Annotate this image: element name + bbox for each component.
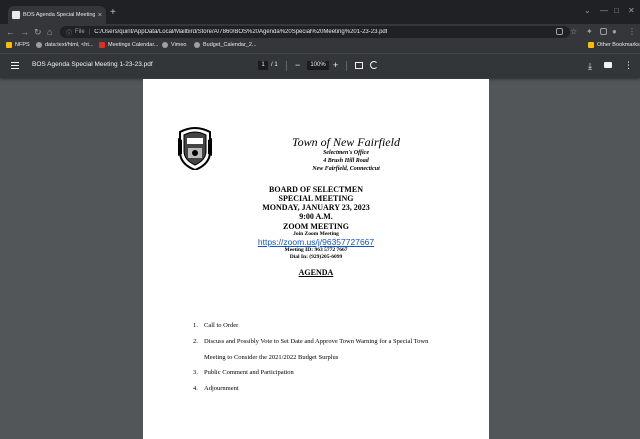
folder-icon <box>6 42 12 48</box>
toolbar-divider <box>346 61 347 71</box>
reload-icon[interactable]: ↻ <box>34 26 42 38</box>
page-total: / 1 <box>271 62 278 68</box>
forward-icon[interactable]: → <box>20 26 29 38</box>
rotate-icon[interactable] <box>370 61 378 69</box>
agenda-item: 1. Call to Order <box>193 322 238 329</box>
agenda-item-number: 4. <box>193 385 198 392</box>
meeting-type: SPECIAL MEETING <box>278 194 354 203</box>
bookmarks-bar: NFPS data:text/html, <ht... Meetings Cal… <box>0 40 640 54</box>
zoom-out-button[interactable]: − <box>295 60 300 70</box>
browser-toolbar: ← → ↻ ⌂ ⓘ File | C:/Users/quint/AppData/… <box>0 24 640 40</box>
office-name: Selectmen's Office <box>322 150 370 156</box>
globe-icon <box>36 42 42 48</box>
agenda-item-number: 3. <box>193 369 198 376</box>
dial-in: Dial In: (929)205-6099 <box>289 254 343 260</box>
town-name: Town of New Fairfield <box>292 135 400 149</box>
agenda-item-text: Discuss and Possibly Vote to Set Date an… <box>204 338 429 345</box>
share-icon[interactable] <box>556 28 563 35</box>
agenda-title: AGENDA <box>298 268 334 277</box>
meeting-date: MONDAY, JANUARY 23, 2023 <box>262 203 370 212</box>
pdf-page: Town of New Fairfield Selectmen's Office… <box>143 79 489 439</box>
new-tab-button[interactable]: + <box>110 8 116 18</box>
hamburger-menu-icon[interactable] <box>11 62 19 69</box>
meeting-id: Meeting ID: 963 5772 7667 <box>284 247 348 253</box>
bookmark-vimeo[interactable]: Vimeo <box>162 42 187 48</box>
zoom-level-input[interactable]: 100% <box>307 61 329 70</box>
vimeo-icon <box>162 42 168 48</box>
agenda-item: 2. Discuss and Possibly Vote to Set Date … <box>193 338 428 345</box>
home-icon[interactable]: ⌂ <box>47 26 52 38</box>
back-icon[interactable]: ← <box>6 26 15 38</box>
agenda-item-number: 1. <box>193 322 198 329</box>
minimize-icon[interactable]: — <box>600 6 608 15</box>
maximize-icon[interactable]: □ <box>614 6 619 15</box>
agenda-item-number: 2. <box>193 338 198 345</box>
pdf-favicon-icon <box>12 11 20 19</box>
address-text[interactable]: C:/Users/quint/AppData/Local/Mailbird/St… <box>94 29 387 35</box>
agenda-item: 3. Public Comment and Participation <box>193 369 294 376</box>
side-panel-icon[interactable] <box>600 28 607 35</box>
bookmark-label: NFPS <box>15 42 30 48</box>
bookmark-budget-calendar[interactable]: Budget_Calendar_2... <box>194 42 257 48</box>
download-icon[interactable]: ⤓ <box>588 61 592 71</box>
page-number-input[interactable]: 1 <box>258 61 268 70</box>
profile-icon[interactable]: ● <box>612 26 617 38</box>
address-scheme-label: File <box>75 29 85 35</box>
browser-menu-icon[interactable]: ⋮ <box>628 26 636 38</box>
bookmark-label: Meetings Calendar... <box>108 42 159 48</box>
bookmark-meetings-calendar[interactable]: Meetings Calendar... <box>99 42 158 48</box>
meeting-time: 9:00 A.M. <box>299 212 333 221</box>
bookmark-label: Budget_Calendar_2... <box>203 42 257 48</box>
print-icon[interactable] <box>604 62 612 68</box>
file-info-icon[interactable]: ⓘ <box>66 28 72 37</box>
agenda-item-continuation: Meeting to Consider the 2021/2022 Budget… <box>193 354 338 361</box>
toolbar-divider <box>286 61 287 71</box>
zoom-link[interactable]: https://zoom.us/j/96357727667 <box>143 237 489 247</box>
folder-icon <box>588 42 594 48</box>
pdf-title: BOS Agenda Special Meeting 1-23-23.pdf <box>32 61 153 68</box>
agenda-item: 4. Adjournment <box>193 385 239 392</box>
more-options-icon[interactable]: ⋮ <box>624 60 633 70</box>
address-line-1: 4 Brush Hill Road <box>323 158 369 164</box>
bookmark-star-icon[interactable]: ☆ <box>570 26 577 38</box>
chevron-down-icon[interactable]: ⌄ <box>584 6 591 15</box>
address-separator: | <box>88 29 91 35</box>
bookmark-label: Vimeo <box>171 42 187 48</box>
agenda-item-text: Public Comment and Participation <box>204 369 294 376</box>
close-window-icon[interactable]: ✕ <box>628 6 635 15</box>
address-bar[interactable]: ⓘ File | C:/Users/quint/AppData/Local/Ma… <box>60 26 570 38</box>
globe-icon <box>194 42 200 48</box>
address-line-2: New Fairfield, Connecticut <box>312 166 380 172</box>
bookmark-label: data:text/html, <ht... <box>45 42 94 48</box>
browser-tab[interactable]: BOS Agenda Special Meeting 1 × <box>8 6 106 24</box>
tab-title: BOS Agenda Special Meeting 1 <box>23 12 95 18</box>
agenda-item-text: Adjournment <box>204 385 239 392</box>
bookmark-nfps[interactable]: NFPS <box>6 42 30 48</box>
other-bookmarks[interactable]: Other Bookmarks <box>588 42 640 48</box>
agenda-item-text: Meeting to Consider the 2021/2022 Budget… <box>204 354 339 361</box>
fit-to-page-icon[interactable] <box>355 62 363 69</box>
zoom-in-button[interactable]: + <box>333 60 338 70</box>
calendar-favicon-icon <box>99 42 105 48</box>
board-heading: BOARD OF SELECTMEN <box>269 185 363 194</box>
meeting-venue: ZOOM MEETING <box>282 222 349 231</box>
browser-titlebar: BOS Agenda Special Meeting 1 × + ⌄ — □ ✕ <box>0 0 640 24</box>
agenda-item-text: Call to Order <box>204 322 239 329</box>
bookmark-data-html[interactable]: data:text/html, <ht... <box>36 42 93 48</box>
close-tab-icon[interactable]: × <box>98 12 102 19</box>
extensions-icon[interactable]: ✦ <box>586 26 593 38</box>
bookmark-label: Other Bookmarks <box>597 42 640 48</box>
pdf-toolbar: BOS Agenda Special Meeting 1-23-23.pdf 1… <box>0 54 640 78</box>
